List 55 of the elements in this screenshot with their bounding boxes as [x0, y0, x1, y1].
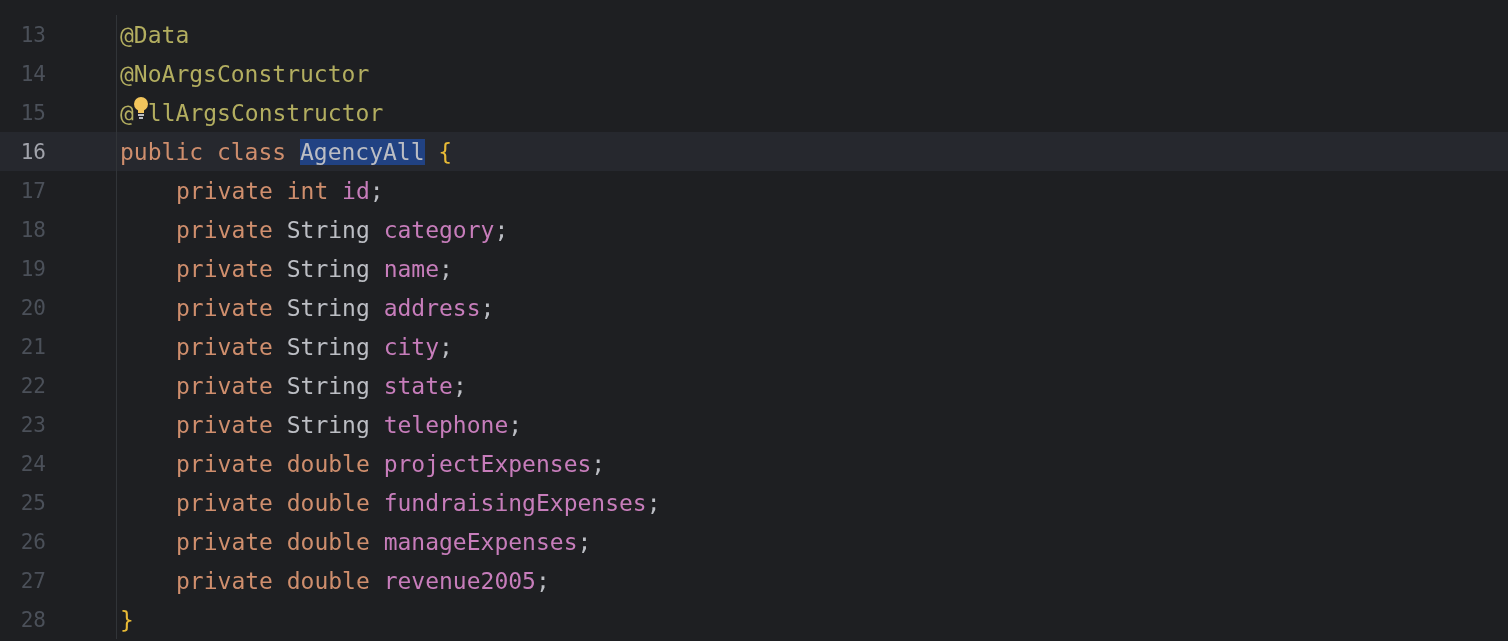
keyword-text: private — [176, 372, 273, 399]
semicolon: ; — [439, 333, 453, 360]
type-name: String — [286, 216, 370, 243]
annotation-text: @NoArgsConstructor — [120, 60, 370, 87]
semicolon: ; — [577, 528, 592, 555]
semicolon: ; — [646, 489, 661, 516]
field-name: projectExpenses — [383, 450, 592, 477]
field-name: revenue2005 — [383, 567, 536, 594]
field-name: address — [383, 294, 481, 321]
line-number: 16 — [19, 139, 46, 164]
keyword-text: double — [286, 528, 370, 555]
field-name: id — [342, 177, 370, 204]
semicolon: ; — [480, 294, 495, 321]
semicolon: ; — [591, 450, 606, 477]
type-name: String — [286, 333, 370, 360]
type-name: String — [286, 255, 370, 282]
keyword-text: private — [176, 528, 273, 555]
type-name: String — [286, 372, 370, 399]
keyword-text: private — [176, 450, 273, 477]
keyword-text: private — [176, 177, 273, 204]
type-name: String — [286, 411, 370, 438]
field-name: state — [383, 372, 453, 399]
field-name: fundraisingExpenses — [383, 489, 647, 516]
semicolon: ; — [452, 372, 467, 399]
lightbulb-icon[interactable] — [133, 95, 148, 120]
keyword-text: int — [286, 177, 329, 204]
keyword-text: private — [176, 216, 273, 243]
field-name: name — [383, 255, 439, 282]
semicolon: ; — [494, 216, 509, 243]
type-name: String — [286, 294, 370, 321]
field-name: city — [383, 333, 439, 360]
brace-text: { — [438, 138, 453, 165]
brace-text: } — [120, 606, 134, 633]
field-name: category — [383, 216, 495, 243]
keyword-text: private — [176, 255, 273, 282]
field-name: manageExpenses — [383, 528, 578, 555]
keyword-text: double — [286, 450, 370, 477]
semicolon: ; — [439, 255, 453, 282]
annotation-text: llArgsConstructor — [147, 99, 384, 126]
field-name: telephone — [383, 411, 509, 438]
keyword-text: private — [176, 567, 273, 594]
annotation-text: @ — [120, 99, 134, 126]
keyword-text: public — [120, 138, 204, 165]
annotation-text: @Data — [120, 21, 190, 48]
class-name: AgencyAll — [299, 138, 425, 165]
keyword-text: private — [176, 411, 273, 438]
keyword-text: double — [286, 489, 370, 516]
semicolon: ; — [508, 411, 523, 438]
keyword-text: private — [176, 333, 273, 360]
semicolon: ; — [535, 567, 550, 594]
keyword-text: private — [176, 294, 273, 321]
keyword-text: private — [176, 489, 273, 516]
semicolon: ; — [369, 177, 384, 204]
keyword-text: class — [216, 138, 287, 165]
keyword-text: double — [286, 567, 370, 594]
